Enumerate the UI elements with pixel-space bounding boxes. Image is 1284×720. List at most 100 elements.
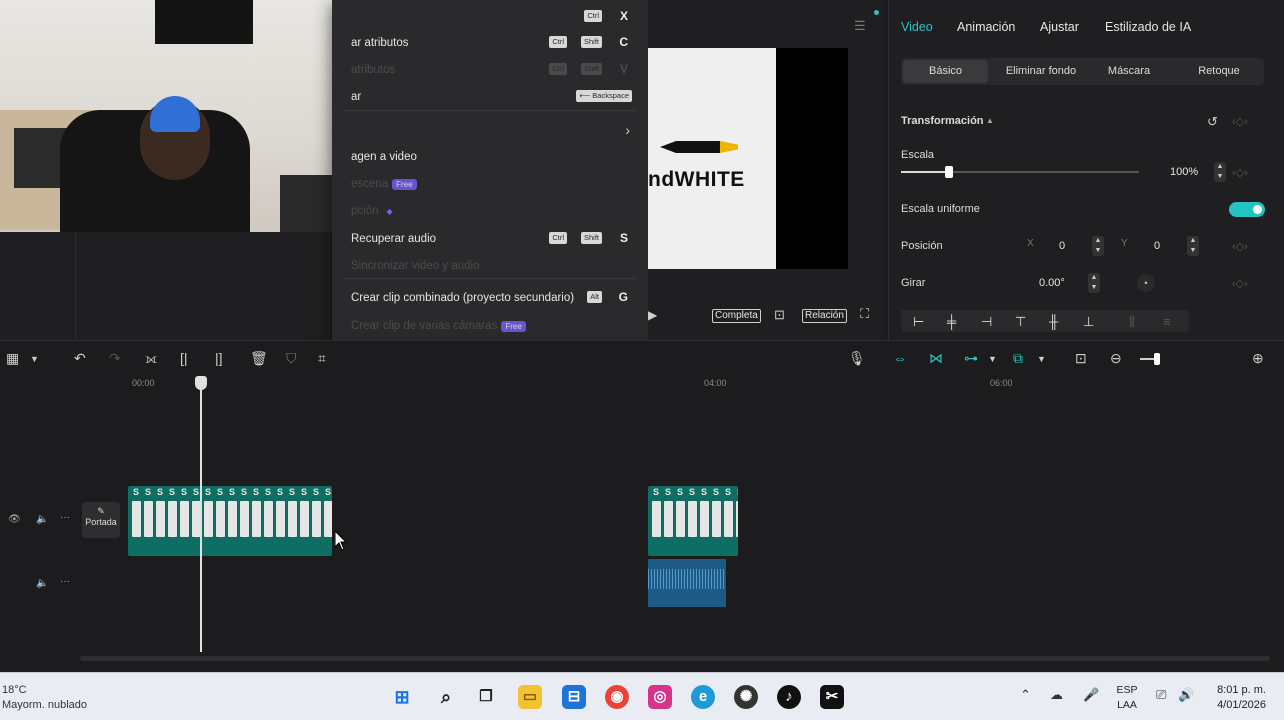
menu-item[interactable]: Ctrl X <box>332 4 648 30</box>
subtab-mask[interactable]: Máscara <box>1089 65 1169 77</box>
menu-item-label: pción <box>351 205 379 217</box>
scale-slider[interactable] <box>901 166 1139 178</box>
fullscreen-icon[interactable]: ⛶ <box>860 306 869 322</box>
keyframe-icon[interactable]: ‹◇› <box>1232 115 1248 128</box>
scale-keyframe-icon[interactable]: ‹◇› <box>1232 166 1248 179</box>
scale-stepper[interactable]: ▲ ▼ <box>1214 162 1226 182</box>
tab-animation[interactable]: Animación <box>957 20 1015 34</box>
scale-slider-knob[interactable] <box>944 166 953 178</box>
network-icon[interactable]: ⎚ <box>1156 687 1166 703</box>
rotate-keyframe-icon[interactable]: ‹◇› <box>1232 277 1248 290</box>
menu-item[interactable]: ar ⟵ Backspace <box>332 84 648 110</box>
chrome-icon[interactable]: ◉ <box>605 685 629 709</box>
preview-axis-chevron-icon[interactable]: ▼ <box>1037 354 1046 364</box>
split-right-icon[interactable]: |] <box>215 350 223 366</box>
split-icon[interactable]: ⟗ <box>145 350 157 367</box>
rotate-stepper[interactable]: ▲ ▼ <box>1088 273 1100 293</box>
zoom-in-icon[interactable]: ⊕ <box>1252 350 1264 367</box>
align-bottom-icon[interactable]: ⊥ <box>1083 314 1094 330</box>
align-top-icon[interactable]: ⊤ <box>1015 314 1026 330</box>
audio-speaker-icon[interactable]: 🔈 <box>36 578 48 589</box>
scale-value[interactable]: 100% <box>1170 166 1198 178</box>
menu-icon[interactable]: ☰ <box>854 18 866 34</box>
microphone-icon[interactable]: 🎙 <box>848 350 866 367</box>
file-explorer-icon[interactable]: ▭ <box>518 685 542 709</box>
preview-axis-icon[interactable]: ⧉ <box>1013 350 1023 367</box>
position-keyframe-icon[interactable]: ‹◇› <box>1232 240 1248 253</box>
timeline-scrollbar[interactable] <box>80 656 1270 661</box>
pos-x-stepper[interactable]: ▲ ▼ <box>1092 236 1104 256</box>
tab-adjust[interactable]: Ajustar <box>1040 20 1079 34</box>
audio-clip[interactable] <box>648 559 726 607</box>
video-clip[interactable]: SSSSSSSSSSSSSSSSS <box>128 486 332 556</box>
menu-item[interactable]: agen a video <box>332 144 648 170</box>
align-center-h-icon[interactable]: ╪ <box>947 314 956 329</box>
preview-canvas[interactable]: ndWHITE <box>648 48 848 269</box>
crop-icon[interactable]: ⌗ <box>318 350 326 367</box>
rotate-dial-icon[interactable]: • <box>1137 274 1155 292</box>
more-icon[interactable]: ··· <box>60 512 70 523</box>
reset-icon[interactable]: ↺ <box>1207 114 1218 130</box>
uniform-scale-toggle[interactable] <box>1229 202 1265 217</box>
language-indicator[interactable]: ESP LAA <box>1116 683 1138 713</box>
layout-icon[interactable]: ▦ <box>6 350 19 367</box>
task-view-icon[interactable]: ❐ <box>474 685 498 709</box>
playhead-handle[interactable] <box>195 376 207 390</box>
playhead[interactable] <box>200 376 202 652</box>
tab-video[interactable]: Video <box>901 20 933 34</box>
instagram-icon[interactable]: ◎ <box>648 685 672 709</box>
davinci-icon[interactable]: ✺ <box>734 685 758 709</box>
weather-widget[interactable]: 18°C Mayorm. nublado <box>2 683 87 713</box>
shield-icon[interactable]: ⛉ <box>286 350 297 367</box>
eye-icon[interactable]: 👁 <box>8 514 21 525</box>
tiktok-icon[interactable]: ♪ <box>777 685 801 709</box>
cover-button[interactable]: ✎ Portada <box>82 502 120 538</box>
rotate-input[interactable]: 0.00° <box>1039 277 1065 289</box>
zoom-fit-icon[interactable]: ⊡ <box>1075 350 1087 367</box>
delete-icon[interactable]: 🗑 <box>250 350 268 367</box>
mic-tray-icon[interactable]: 🎤 <box>1083 687 1099 703</box>
zoom-slider-knob[interactable] <box>1154 353 1160 365</box>
tab-ai-style[interactable]: Estilizado de IA <box>1105 20 1191 34</box>
onedrive-icon[interactable]: ☁ <box>1050 687 1063 703</box>
split-left-icon[interactable]: [| <box>180 350 188 366</box>
align-center-v-icon[interactable]: ╫ <box>1049 314 1058 329</box>
clip-thumbnail <box>664 501 673 537</box>
capcut-icon[interactable]: ✂ <box>820 685 844 709</box>
link-icon[interactable]: ⊶ <box>964 350 978 367</box>
store-icon[interactable]: ⊟ <box>562 685 586 709</box>
full-quality-button[interactable]: Completa <box>712 309 761 323</box>
windows-start-icon[interactable]: ⊞ <box>390 685 414 709</box>
blue-cap <box>150 96 200 132</box>
menu-item[interactable]: Recuperar audio Shift Ctrl S <box>332 226 648 252</box>
pos-y-stepper[interactable]: ▲ ▼ <box>1187 236 1199 256</box>
undo-icon[interactable]: ↶ <box>74 350 86 367</box>
menu-item[interactable]: ar atributos Shift Ctrl C <box>332 30 648 56</box>
subtab-remove-bg[interactable]: Eliminar fondo <box>997 65 1085 77</box>
subtab-retouch[interactable]: Retoque <box>1177 65 1261 77</box>
clock[interactable]: 8:01 p. m. 4/01/2026 <box>1210 683 1266 713</box>
audio-more-icon[interactable]: ··· <box>60 576 70 587</box>
zoom-out-icon[interactable]: ⊖ <box>1110 350 1122 367</box>
chevron-down-icon[interactable]: ▼ <box>30 354 39 364</box>
play-icon[interactable]: ▶ <box>648 308 657 322</box>
align-left-icon[interactable]: ⊢ <box>913 314 924 330</box>
magnet-icon[interactable]: ⋈ <box>929 350 943 367</box>
link-chevron-icon[interactable]: ▼ <box>988 354 997 364</box>
ratio-button[interactable]: Relación <box>802 309 847 323</box>
subtab-basic[interactable]: Básico <box>903 60 988 83</box>
collapse-icon[interactable]: ▲ <box>986 116 994 125</box>
link-main-track-icon[interactable]: ⇔ <box>893 350 907 366</box>
screenshot-icon[interactable]: ⊡ <box>774 307 785 323</box>
edge-icon[interactable]: e <box>691 685 715 709</box>
menu-item[interactable]: Crear clip combinado (proyecto secundari… <box>332 285 648 311</box>
pos-y-input[interactable]: 0 <box>1154 240 1160 252</box>
show-hidden-icons-icon[interactable]: ⌃ <box>1020 687 1031 703</box>
speaker-icon[interactable]: 🔈 <box>36 514 48 525</box>
pos-x-input[interactable]: 0 <box>1059 240 1065 252</box>
menu-item[interactable]: › <box>332 117 648 143</box>
video-clip[interactable]: SSSSSSSS <box>648 486 738 556</box>
search-icon[interactable]: ⌕ <box>434 685 458 709</box>
align-right-icon[interactable]: ⊣ <box>981 314 992 330</box>
volume-icon[interactable]: 🔊 <box>1178 687 1194 703</box>
